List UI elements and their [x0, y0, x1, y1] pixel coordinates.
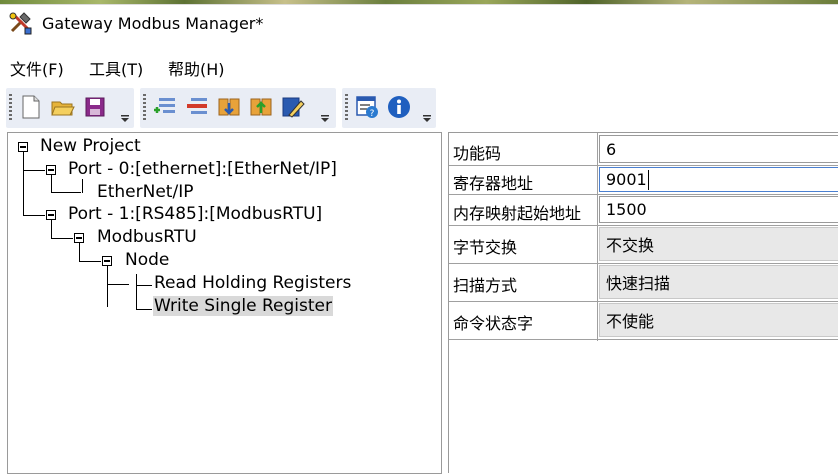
tree-item-modbusrtu[interactable]: ModbusRTU — [97, 227, 197, 247]
info-button[interactable] — [386, 94, 412, 120]
property-grid: 功能码 6 寄存器地址 9001 内存映射起始地址 1500 字节交换 不交换 … — [448, 132, 838, 473]
collapse-toggle-node[interactable] — [102, 256, 112, 266]
properties-help-button[interactable]: ? — [354, 94, 380, 120]
svg-text:?: ? — [370, 109, 375, 119]
add-port-button[interactable] — [152, 94, 178, 120]
toolbar-grip[interactable] — [143, 94, 146, 122]
tree-connector — [23, 152, 24, 216]
add-command-button[interactable] — [248, 94, 274, 120]
tree-connector — [136, 285, 152, 286]
info-icon — [388, 96, 410, 118]
toolbar-edit-group — [140, 88, 336, 128]
menu-file[interactable]: 文件(F) — [10, 56, 64, 80]
property-label: 功能码 — [453, 144, 502, 163]
tree-connector — [79, 261, 101, 262]
tree-connector — [82, 179, 83, 193]
property-row-scan-mode: 扫描方式 快速扫描 — [449, 263, 838, 302]
edit-button[interactable] — [280, 94, 306, 120]
edit-icon — [282, 97, 305, 118]
delete-port-button[interactable] — [184, 94, 210, 120]
toolbar-dropdown-icon[interactable] — [320, 115, 330, 123]
function-code-field[interactable]: 6 — [599, 135, 838, 163]
toolbar-file-group — [6, 88, 134, 128]
property-label: 字节交换 — [453, 238, 518, 257]
open-folder-button[interactable] — [50, 94, 76, 120]
delete-port-icon — [187, 98, 207, 114]
tree-item-port0[interactable]: Port - 0:[ethernet]:[EtherNet/IP] — [68, 159, 337, 179]
property-value: 快速扫描 — [606, 274, 671, 293]
toolbar-grip[interactable] — [9, 94, 12, 122]
tree-connector — [79, 243, 80, 262]
app-tools-icon — [9, 12, 32, 35]
open-folder-icon — [51, 101, 75, 116]
byte-swap-select[interactable]: 不交换 — [599, 227, 838, 261]
collapse-toggle-port0[interactable] — [46, 165, 56, 175]
tree-item-write-single-register[interactable]: Write Single Register — [153, 296, 333, 316]
command-status-select[interactable]: 不使能 — [599, 303, 838, 337]
properties-help-icon: ? — [356, 96, 378, 119]
tree-connector — [51, 175, 52, 192]
property-value: 6 — [606, 139, 617, 159]
add-port-icon — [154, 98, 175, 113]
collapse-toggle-modbusrtu[interactable] — [74, 233, 84, 243]
scan-mode-select[interactable]: 快速扫描 — [599, 265, 838, 299]
property-row-memory-map-start: 内存映射起始地址 1500 — [449, 194, 838, 226]
collapse-toggle-port1[interactable] — [46, 210, 56, 220]
property-row-command-status: 命令状态字 不使能 — [449, 301, 838, 340]
new-file-button[interactable] — [18, 94, 44, 120]
toolbar-help-group: ? — [342, 88, 436, 128]
property-label: 寄存器地址 — [453, 174, 534, 193]
add-node-button[interactable] — [216, 94, 242, 120]
title-bar: Gateway Modbus Manager* — [0, 4, 838, 43]
menu-bar: 文件(F) 工具(T) 帮助(H) — [0, 50, 838, 82]
property-column-divider[interactable] — [597, 133, 598, 341]
toolbar-dropdown-icon[interactable] — [422, 115, 432, 123]
property-row-byte-swap: 字节交换 不交换 — [449, 225, 838, 264]
property-value: 1500 — [606, 200, 647, 219]
add-command-icon — [250, 98, 272, 116]
tree-connector — [107, 266, 108, 307]
text-caret — [647, 169, 649, 190]
property-value: 不交换 — [606, 236, 655, 255]
tree-connector — [136, 274, 137, 310]
tree-connector — [107, 284, 129, 285]
tree-item-node[interactable]: Node — [125, 250, 169, 270]
tree-connector — [23, 215, 45, 216]
project-tree[interactable]: New Project Port - 0:[ethernet]:[EtherNe… — [7, 132, 442, 474]
tree-connector — [51, 220, 52, 239]
property-label: 扫描方式 — [453, 276, 518, 295]
property-row-register-address: 寄存器地址 9001 — [449, 165, 838, 195]
tree-connector — [51, 192, 81, 193]
memory-map-start-field[interactable]: 1500 — [599, 196, 838, 223]
toolbar-dropdown-icon[interactable] — [120, 115, 130, 123]
property-value: 不使能 — [606, 312, 655, 331]
property-label: 内存映射起始地址 — [453, 204, 582, 223]
property-row-function-code: 功能码 6 — [449, 133, 838, 166]
tree-connector — [136, 309, 152, 310]
tree-connector — [23, 170, 45, 171]
menu-help[interactable]: 帮助(H) — [168, 56, 225, 80]
tree-item-port1[interactable]: Port - 1:[RS485]:[ModbusRTU] — [68, 204, 322, 224]
tree-connector — [51, 238, 73, 239]
save-icon — [85, 97, 105, 117]
menu-tools[interactable]: 工具(T) — [89, 56, 143, 80]
toolbar-grip[interactable] — [345, 94, 348, 122]
new-file-icon — [22, 95, 40, 119]
tree-item-ethernetip[interactable]: EtherNet/IP — [97, 182, 193, 202]
window-title: Gateway Modbus Manager* — [42, 14, 264, 33]
collapse-toggle-project[interactable] — [18, 142, 28, 152]
add-node-icon — [218, 98, 240, 116]
register-address-field[interactable]: 9001 — [599, 167, 838, 192]
tree-item-read-holding-registers[interactable]: Read Holding Registers — [154, 273, 351, 293]
tree-item-project[interactable]: New Project — [40, 136, 141, 156]
save-button[interactable] — [82, 94, 108, 120]
property-label: 命令状态字 — [453, 314, 534, 333]
property-value: 9001 — [606, 170, 647, 189]
